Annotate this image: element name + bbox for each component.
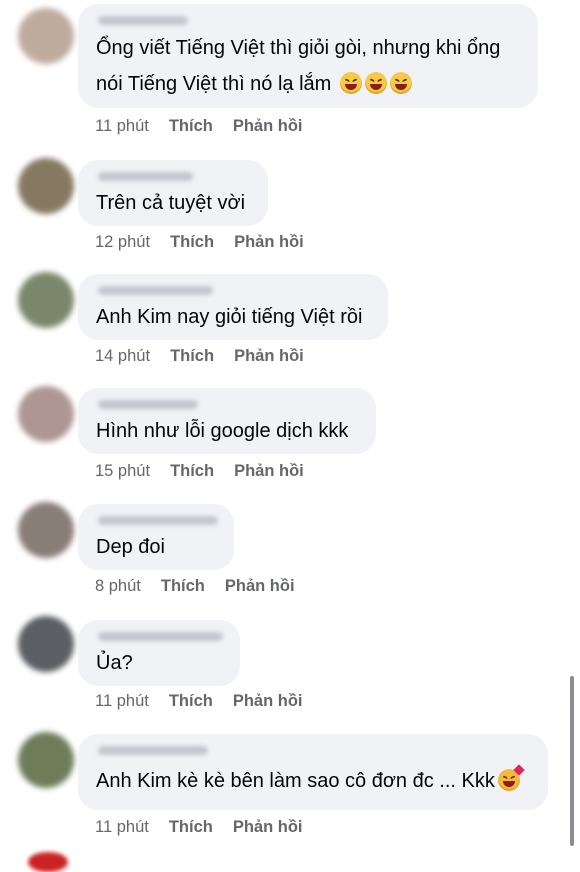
- comment-time: 11 phút: [95, 117, 149, 135]
- grinning-squinting-face-icon: [364, 72, 387, 94]
- commenter-name-blurred[interactable]: [98, 286, 213, 295]
- avatar[interactable]: [28, 852, 68, 872]
- reply-button[interactable]: Phản hồi: [233, 818, 303, 837]
- avatar[interactable]: [18, 502, 74, 558]
- comment-text: Hình như lỗi google dịch kkk: [96, 420, 349, 442]
- avatar[interactable]: [18, 272, 74, 328]
- commenter-name-blurred[interactable]: [98, 516, 218, 525]
- comment-meta: 11 phút Thích Phản hồi: [95, 117, 303, 136]
- comment-bubble: Ổng viết Tiếng Việt thì giỏi gòi, nhưng …: [78, 4, 538, 108]
- avatar[interactable]: [18, 158, 74, 214]
- reply-button[interactable]: Phản hồi: [233, 117, 303, 136]
- comment-text-line: Ổng viết Tiếng Việt thì giỏi gòi, nhưng …: [96, 37, 501, 59]
- comment-text-line: Anh Kim kè kè bên làm sao cô đơn đc ... …: [96, 770, 495, 792]
- commenter-name-blurred[interactable]: [98, 400, 198, 409]
- comment-bubble: Dep đoi: [78, 504, 234, 570]
- comment-bubble: Anh Kim nay giỏi tiếng Việt rồi: [78, 274, 388, 340]
- comment-time: 15 phút: [95, 462, 151, 480]
- scrollbar[interactable]: [570, 676, 574, 846]
- comment-meta: 14 phút Thích Phản hồi: [95, 347, 304, 366]
- commenter-name-blurred[interactable]: [98, 172, 193, 181]
- comment-meta: 15 phút Thích Phản hồi: [95, 462, 304, 481]
- comment-text-line: nói Tiếng Việt thì nó lạ lắm: [96, 73, 332, 95]
- comment-bubble: Ủa?: [78, 620, 240, 686]
- like-button[interactable]: Thích: [169, 818, 213, 837]
- commenter-name-blurred[interactable]: [98, 632, 223, 641]
- reply-button[interactable]: Phản hồi: [234, 347, 304, 366]
- like-button[interactable]: Thích: [170, 462, 214, 481]
- reply-button[interactable]: Phản hồi: [233, 692, 303, 711]
- comment-text: Anh Kim kè kè bên làm sao cô đơn đc ... …: [96, 764, 530, 798]
- commenter-name-blurred[interactable]: [98, 746, 208, 755]
- comment-text: Trên cả tuyệt vời: [96, 192, 246, 214]
- reply-button[interactable]: Phản hồi: [234, 233, 304, 252]
- like-button[interactable]: Thích: [170, 233, 214, 252]
- comment-meta: 12 phút Thích Phản hồi: [95, 233, 304, 252]
- comment-text: Ủa?: [96, 652, 133, 674]
- comment-meta: 11 phút Thích Phản hồi: [95, 818, 303, 837]
- like-button[interactable]: Thích: [169, 117, 213, 136]
- comment-bubble: Hình như lỗi google dịch kkk: [78, 388, 376, 454]
- comment-bubble: Anh Kim kè kè bên làm sao cô đơn đc ... …: [78, 734, 548, 810]
- comment-time: 11 phút: [95, 818, 149, 836]
- comment-time: 11 phút: [95, 692, 149, 710]
- avatar[interactable]: [18, 732, 74, 788]
- avatar[interactable]: [18, 8, 74, 64]
- comment-bubble: Trên cả tuyệt vời: [78, 160, 268, 226]
- comment-meta: 11 phút Thích Phản hồi: [95, 692, 303, 711]
- avatar[interactable]: [18, 386, 74, 442]
- grinning-squinting-face-icon: [339, 72, 362, 94]
- comment-text: Ổng viết Tiếng Việt thì giỏi gòi, nhưng …: [96, 30, 520, 102]
- grinning-squinting-face-icon: [389, 72, 412, 94]
- comment-time: 14 phút: [95, 347, 151, 365]
- like-button[interactable]: Thích: [170, 347, 214, 366]
- comment-text: Anh Kim nay giỏi tiếng Việt rồi: [96, 306, 363, 328]
- comment-time: 8 phút: [95, 577, 141, 595]
- comment-meta: 8 phút Thích Phản hồi: [95, 577, 295, 596]
- reply-button[interactable]: Phản hồi: [225, 577, 295, 596]
- comment-time: 12 phút: [95, 233, 151, 251]
- smiling-face-with-hearts-icon: [497, 764, 525, 791]
- commenter-name-blurred[interactable]: [98, 16, 188, 25]
- like-button[interactable]: Thích: [161, 577, 205, 596]
- avatar[interactable]: [18, 616, 74, 672]
- comment-text: Dep đoi: [96, 536, 165, 558]
- reply-button[interactable]: Phản hồi: [234, 462, 304, 481]
- like-button[interactable]: Thích: [169, 692, 213, 711]
